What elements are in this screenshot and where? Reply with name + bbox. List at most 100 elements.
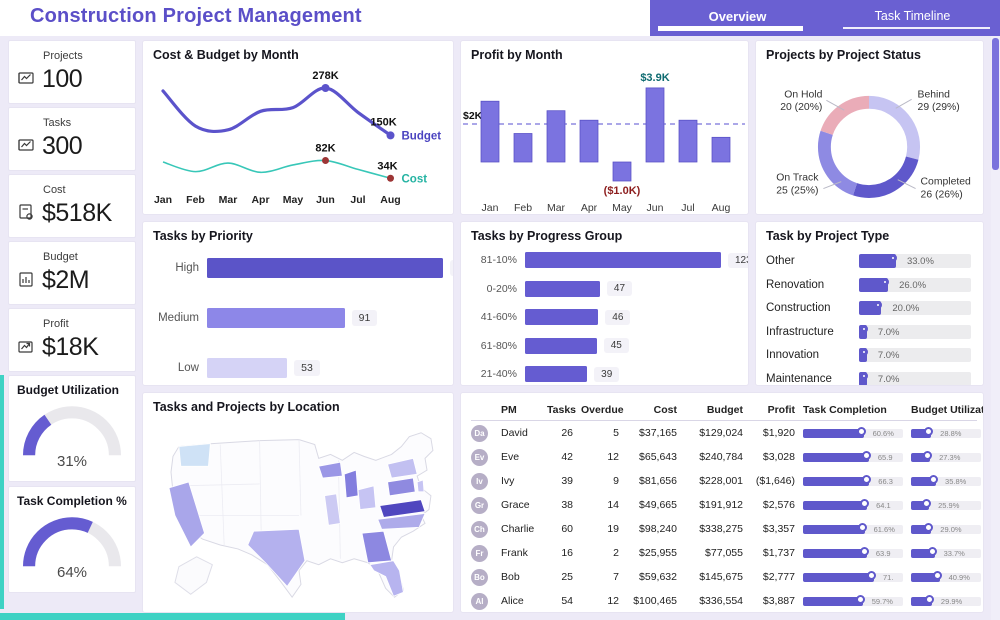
slider-knob[interactable]	[856, 427, 866, 436]
type-row-other[interactable]: Other 33.0%	[766, 254, 971, 268]
table-row-eve[interactable]: Ev Eve 42 12 $65,643 $240,784 $3,028 65.9 27.3%	[471, 445, 981, 469]
profit-bar-apr[interactable]	[579, 119, 599, 163]
state-florida[interactable]	[369, 560, 404, 597]
type-row-construction[interactable]: Construction 20.0%	[766, 301, 971, 315]
slider-knob[interactable]	[862, 475, 872, 484]
type-row-renovation[interactable]: Renovation 26.0%	[766, 277, 971, 292]
profit-bar-aug[interactable]	[711, 136, 731, 163]
cost-line[interactable]	[162, 159, 391, 180]
state-ohio[interactable]	[357, 485, 377, 510]
tab-task-timeline[interactable]: Task Timeline	[825, 0, 1000, 36]
slider-knob[interactable]	[861, 451, 871, 460]
profit-bar-feb[interactable]	[513, 133, 533, 163]
bar[interactable]	[525, 280, 600, 297]
scrollbar-thumb[interactable]	[992, 38, 999, 170]
state-michigan[interactable]	[343, 469, 359, 499]
slider-track: 35.8%	[911, 475, 981, 486]
type-row-infrastructure[interactable]: Infrastructure 7.0%	[766, 324, 971, 339]
slider-knob[interactable]	[929, 475, 939, 484]
x-axis-label: Jul	[350, 194, 365, 206]
type-row-innovation[interactable]: Innovation 7.0%	[766, 348, 971, 362]
slider-knob[interactable]	[860, 499, 870, 508]
slider-knob[interactable]	[888, 254, 897, 262]
slider-knob[interactable]	[859, 348, 868, 356]
profit-bar-jun[interactable]	[645, 87, 665, 163]
type-value: 7.0%	[877, 373, 900, 385]
bar-row-medium[interactable]: Medium 91	[153, 308, 453, 328]
table-row-frank[interactable]: Fr Frank 16 2 $25,955 $77,055 $1,737 63.9 33.7%	[471, 541, 981, 565]
slider-track: 26.0%	[859, 277, 971, 292]
profit-bar-may[interactable]	[612, 161, 632, 182]
slider-knob[interactable]	[922, 499, 932, 508]
table-row-alice[interactable]: Al Alice 54 12 $100,465 $336,554 $3,887 59.7% 29…	[471, 589, 981, 612]
state-new-jersey[interactable]	[416, 479, 425, 493]
profit-bar-jul[interactable]	[678, 119, 698, 163]
us-choropleth-map[interactable]	[145, 417, 453, 609]
table-row-ivy[interactable]: Iv Ivy 39 9 $81,656 $228,001 ($1,646) 66.3 35.8%	[471, 469, 981, 493]
slider-knob[interactable]	[927, 547, 937, 556]
bar[interactable]	[525, 309, 599, 325]
avatar: Bo	[471, 568, 488, 586]
slider-knob[interactable]	[924, 427, 934, 436]
slider-knob[interactable]	[859, 371, 868, 380]
table-row-david[interactable]: Da David 26 5 $37,165 $129,024 $1,920 60.6% 28.8…	[471, 421, 981, 445]
bar[interactable]	[525, 366, 588, 382]
bar-row-high[interactable]: High 156	[153, 258, 453, 278]
kpi-value: 100	[42, 65, 83, 93]
bar[interactable]	[525, 252, 721, 268]
kpi-label: Profit	[43, 318, 69, 330]
gauge-value: 64%	[56, 564, 88, 581]
slider-knob[interactable]	[923, 451, 933, 460]
slider-knob[interactable]	[881, 277, 890, 286]
kpi-card-cost[interactable]: Cost $518K	[8, 174, 136, 238]
panel-task-by-project-type: Task by Project Type Other 33.0% Renovatio…	[755, 221, 984, 386]
slider-knob[interactable]	[924, 523, 934, 532]
slider-knob[interactable]	[924, 595, 934, 604]
slider-knob[interactable]	[859, 547, 869, 556]
bar-row-81-10-[interactable]: 81-10% 123	[471, 252, 748, 268]
panel-tasks-by-priority: Tasks by Priority High 156 Medium 91 Low 53	[142, 221, 454, 386]
gauge-task-completion[interactable]: Task Completion % 64%	[8, 486, 136, 593]
profit-bar-jan[interactable]	[480, 100, 500, 163]
profit-value: ($1,646)	[755, 475, 795, 487]
bar[interactable]	[207, 358, 288, 378]
bar-chart[interactable]: $2K Jan Feb Mar Apr May Jun Jul Aug $3.9K ($1.0K)	[461, 62, 748, 214]
line-chart[interactable]: Jan Feb Mar Apr May Jun Jul Aug 278K 150K 82K 34K Bu…	[143, 63, 453, 213]
page-scrollbar[interactable]	[991, 36, 1000, 620]
budget-line[interactable]	[161, 86, 393, 137]
kpi-card-profit[interactable]: Profit $18K	[8, 308, 136, 372]
gauge-value: 31%	[56, 453, 88, 470]
table-row-charlie[interactable]: Ch Charlie 60 19 $98,240 $338,275 $3,357 61.6% 2…	[471, 517, 981, 541]
slider-knob[interactable]	[855, 595, 865, 604]
donut-value: 20 (20%)	[780, 102, 822, 113]
bar-row-21-40-[interactable]: 21-40% 39	[471, 366, 748, 382]
profit-bar-mar[interactable]	[546, 110, 566, 163]
bar-row-41-60-[interactable]: 41-60% 46	[471, 309, 748, 325]
bar[interactable]	[207, 258, 443, 278]
slider-knob[interactable]	[867, 571, 876, 580]
type-row-maintenance[interactable]: Maintenance 7.0%	[766, 371, 971, 385]
bar-row-61-80-[interactable]: 61-80% 45	[471, 337, 748, 354]
slider-knob[interactable]	[874, 301, 883, 309]
slider-knob[interactable]	[857, 523, 867, 532]
pm-name: Ivy	[501, 475, 515, 487]
kpi-card-budget[interactable]: Budget $2M	[8, 241, 136, 305]
bar[interactable]	[525, 337, 597, 354]
slider-value: 25.9%	[938, 501, 960, 510]
bar-row-0-20-[interactable]: 0-20% 47	[471, 280, 748, 297]
slider-track: 20.0%	[859, 301, 971, 315]
table-row-grace[interactable]: Gr Grace 38 14 $49,665 $191,912 $2,576 64.1 25.9…	[471, 493, 981, 517]
state-washington[interactable]	[178, 443, 211, 467]
gauge-budget-utilization[interactable]: Budget Utilization 31%	[8, 375, 136, 482]
slider-knob[interactable]	[932, 571, 942, 580]
bar[interactable]	[207, 308, 345, 328]
cost-value: $81,656	[639, 475, 677, 487]
table-row-bob[interactable]: Bo Bob 25 7 $59,632 $145,675 $2,777 71. 40.9%	[471, 565, 981, 589]
bar-row-low[interactable]: Low 53	[153, 358, 453, 378]
profit-value: $2,576	[762, 499, 795, 511]
slider-knob[interactable]	[859, 324, 868, 333]
donut-chart[interactable]: Behind 29 (29%) Completed26 (26%) On Track 2…	[756, 63, 983, 213]
kpi-card-projects[interactable]: Projects 100	[8, 40, 136, 104]
kpi-card-tasks[interactable]: Tasks 300	[8, 107, 136, 171]
tab-overview[interactable]: Overview	[650, 0, 825, 36]
